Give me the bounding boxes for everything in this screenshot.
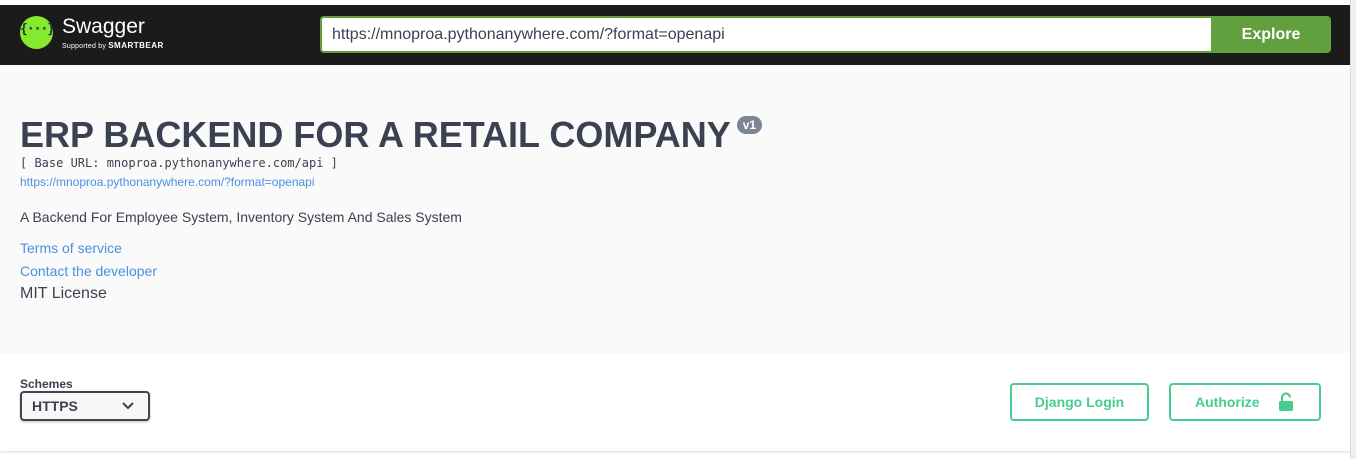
topbar: {···} Swagger Supported by SMARTBEAR Exp…	[0, 5, 1350, 65]
scheme-container: Schemes HTTPS Django Login Authorize	[0, 353, 1350, 451]
schemes-label: Schemes	[20, 377, 73, 391]
spec-url-input[interactable]	[320, 16, 1211, 53]
logo-subtitle: Supported by SMARTBEAR	[62, 41, 164, 51]
title-row: ERP BACKEND FOR A RETAIL COMPANY v1	[20, 114, 763, 155]
explore-button[interactable]: Explore	[1211, 16, 1331, 53]
swagger-logo[interactable]: {···} Swagger Supported by SMARTBEAR	[20, 16, 164, 51]
spec-url-form: Explore	[320, 16, 1331, 53]
django-login-button[interactable]: Django Login	[1010, 383, 1149, 421]
version-badge: v1	[736, 116, 763, 134]
logo-text: Swagger Supported by SMARTBEAR	[62, 16, 164, 51]
page-title: ERP BACKEND FOR A RETAIL COMPANY	[20, 114, 731, 155]
page-scrollbar[interactable]	[1350, 0, 1356, 459]
api-info: ERP BACKEND FOR A RETAIL COMPANY v1 [ Ba…	[0, 65, 1350, 353]
license-text: MIT License	[20, 285, 107, 302]
logo-title: Swagger	[62, 15, 145, 38]
base-url: [ Base URL: mnoproa.pythonanywhere.com/a…	[20, 156, 338, 170]
authorize-label: Authorize	[1195, 394, 1260, 410]
authorize-button[interactable]: Authorize	[1169, 383, 1321, 421]
schemes-selected-value: HTTPS	[32, 398, 78, 414]
chevron-down-icon	[122, 402, 134, 410]
swagger-logo-icon: {···}	[20, 16, 55, 49]
schemes-select[interactable]: HTTPS	[20, 391, 150, 421]
unlock-icon	[1278, 392, 1293, 411]
contact-developer-link[interactable]: Contact the developer	[20, 263, 157, 279]
api-description: A Backend For Employee System, Inventory…	[20, 209, 462, 225]
logo-smartbear: SMARTBEAR	[108, 41, 164, 50]
logo-supported-by: Supported by	[62, 43, 107, 50]
terms-of-service-link[interactable]: Terms of service	[20, 240, 122, 256]
spec-url-link[interactable]: https://mnoproa.pythonanywhere.com/?form…	[20, 175, 315, 189]
